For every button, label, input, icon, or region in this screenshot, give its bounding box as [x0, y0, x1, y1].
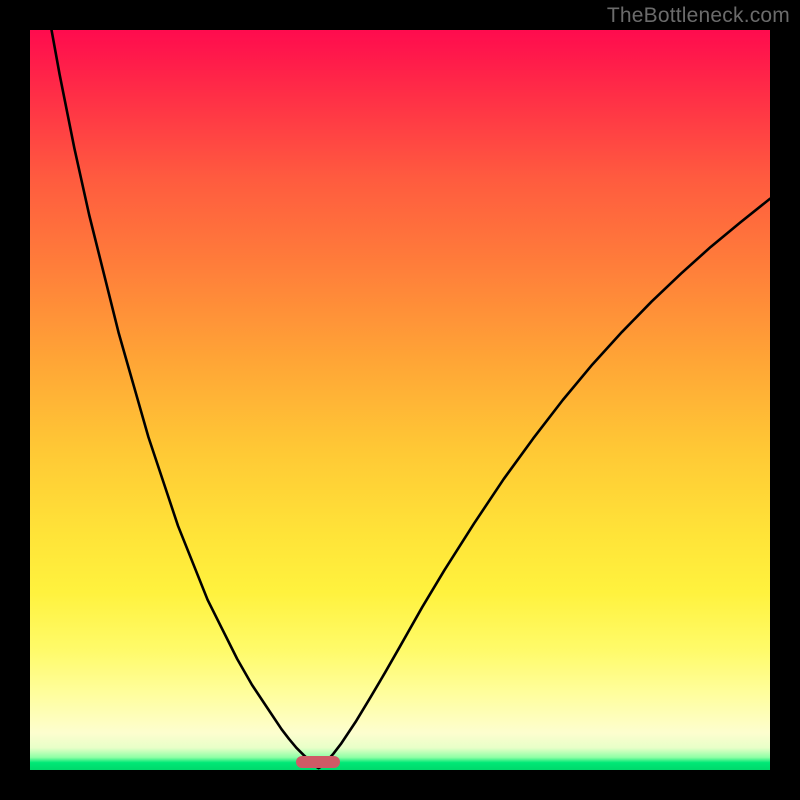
bottleneck-curve — [30, 30, 770, 770]
optimal-marker — [296, 756, 340, 768]
chart-frame: TheBottleneck.com — [0, 0, 800, 800]
watermark-text: TheBottleneck.com — [607, 4, 790, 28]
plot-area — [30, 30, 770, 770]
